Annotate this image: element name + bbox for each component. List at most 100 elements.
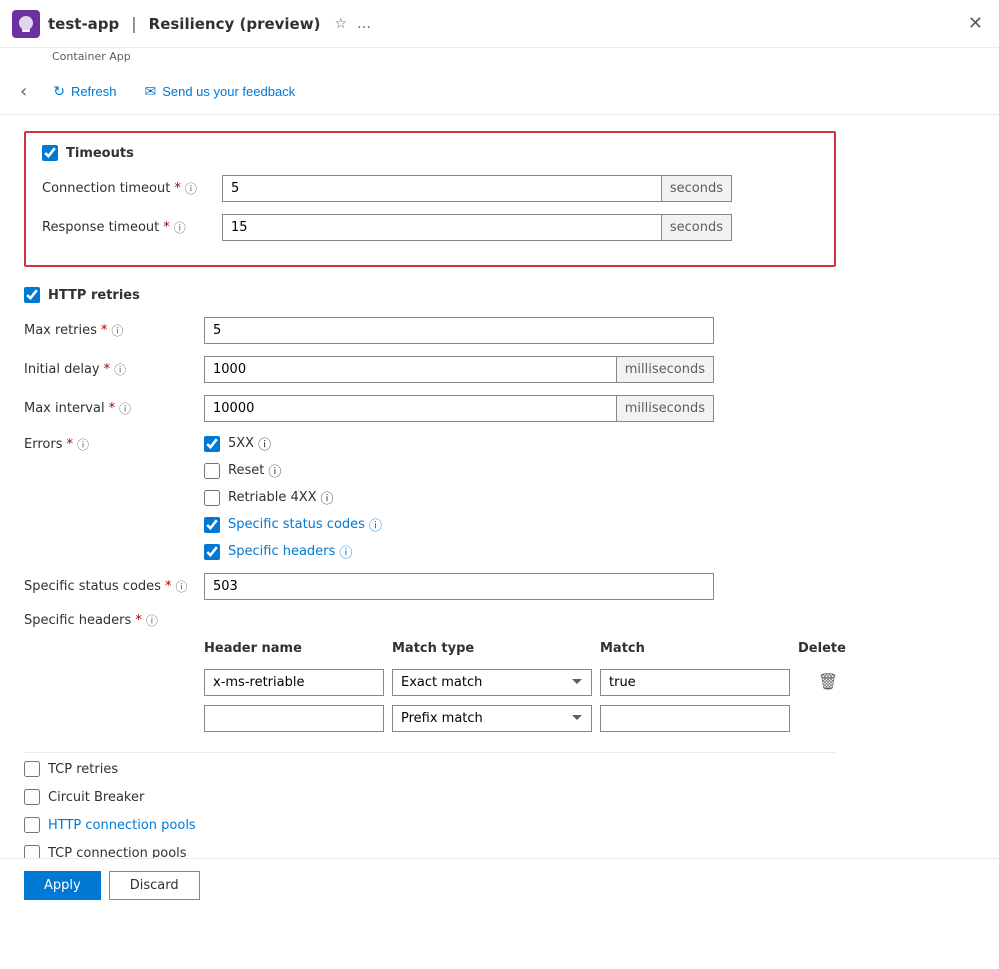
timeouts-checkbox[interactable] [42, 145, 58, 161]
max-retries-row: Max retries * ⓘ [24, 317, 836, 344]
refresh-button[interactable]: ↻ Refresh [47, 79, 122, 104]
match-input-2[interactable] [600, 705, 790, 732]
error-retriable4xx-label[interactable]: Retriable 4XX ⓘ [228, 488, 334, 507]
max-interval-info-icon[interactable]: ⓘ [119, 400, 131, 417]
errors-info-icon[interactable]: ⓘ [77, 436, 89, 453]
specific-status-codes-input[interactable] [204, 573, 714, 600]
specific-status-info-icon[interactable]: ⓘ [175, 578, 187, 595]
connection-timeout-label: Connection timeout * ⓘ [42, 180, 222, 197]
response-timeout-input-group: seconds [222, 214, 732, 241]
initial-delay-row: Initial delay * ⓘ milliseconds [24, 356, 836, 383]
header-name-input-2[interactable] [204, 705, 384, 732]
errors-row: Errors * ⓘ 5XX ⓘ Reset ⓘ [24, 434, 836, 561]
feedback-button[interactable]: ✉ Send us your feedback [138, 79, 301, 104]
header-row-1: Exact match Prefix match Contains Regex … [204, 668, 836, 696]
http-retries-label[interactable]: HTTP retries [48, 288, 140, 303]
initial-delay-info-icon[interactable]: ⓘ [114, 361, 126, 378]
discard-button[interactable]: Discard [109, 871, 200, 900]
max-retries-info-icon[interactable]: ⓘ [111, 322, 123, 339]
feedback-icon: ✉ [144, 83, 156, 100]
error-5xx-row: 5XX ⓘ [204, 434, 382, 453]
error-specific-status-row: Specific status codes ⓘ [204, 515, 382, 534]
col-header-name: Header name [204, 641, 384, 656]
tcp-retries-row: TCP retries [24, 761, 836, 777]
tcp-retries-checkbox[interactable] [24, 761, 40, 777]
col-match: Match [600, 641, 790, 656]
initial-delay-input[interactable] [205, 357, 616, 382]
max-retries-label: Max retries * ⓘ [24, 322, 204, 339]
error-5xx-label[interactable]: 5XX ⓘ [228, 434, 271, 453]
error-5xx-checkbox[interactable] [204, 436, 220, 452]
title-separator: | [131, 14, 136, 33]
5xx-info-icon[interactable]: ⓘ [258, 434, 271, 453]
toolbar: ‹ ↻ Refresh ✉ Send us your feedback [0, 69, 999, 115]
error-specific-status-label[interactable]: Specific status codes ⓘ [228, 515, 382, 534]
errors-label: Errors * ⓘ [24, 434, 204, 453]
match-input-1[interactable] [600, 669, 790, 696]
specific-headers-info-icon[interactable]: ⓘ [146, 612, 158, 629]
tcp-retries-section: TCP retries [24, 761, 836, 777]
max-interval-row: Max interval * ⓘ milliseconds [24, 395, 836, 422]
circuit-breaker-checkbox[interactable] [24, 789, 40, 805]
http-pools-label[interactable]: HTTP connection pools [48, 818, 196, 833]
connection-timeout-row: Connection timeout * ⓘ seconds [42, 175, 818, 202]
http-retries-header: HTTP retries [24, 287, 836, 303]
max-interval-label: Max interval * ⓘ [24, 400, 204, 417]
main-content: Timeouts Connection timeout * ⓘ seconds … [0, 115, 860, 969]
title-left: test-app | Resiliency (preview) ☆ … [12, 10, 371, 38]
errors-container: 5XX ⓘ Reset ⓘ Retriable 4XX ⓘ [204, 434, 382, 561]
initial-delay-suffix: milliseconds [616, 357, 713, 382]
initial-delay-label: Initial delay * ⓘ [24, 361, 204, 378]
headers-table: Header name Match type Match Delete Exac… [204, 641, 836, 732]
delete-row-1-button[interactable]: 🗑 [798, 668, 858, 696]
match-type-select-1[interactable]: Exact match Prefix match Contains Regex [392, 669, 592, 696]
feedback-label: Send us your feedback [162, 84, 295, 99]
tcp-retries-label[interactable]: TCP retries [48, 762, 118, 777]
max-interval-input-group: milliseconds [204, 395, 714, 422]
header-row-2: Exact match Prefix match Contains Regex … [204, 704, 836, 732]
error-specific-status-checkbox[interactable] [204, 517, 220, 533]
error-specific-headers-row: Specific headers ⓘ [204, 542, 382, 561]
circuit-breaker-section: Circuit Breaker [24, 789, 836, 805]
apply-button[interactable]: Apply [24, 871, 101, 900]
circuit-breaker-label[interactable]: Circuit Breaker [48, 790, 144, 805]
app-icon [12, 10, 40, 38]
delete-icon-1: 🗑 [818, 672, 838, 692]
max-interval-input[interactable] [205, 396, 616, 421]
required-marker2: * [163, 220, 170, 235]
close-button[interactable]: ✕ [964, 9, 987, 38]
footer: Apply Discard [0, 858, 999, 912]
error-specific-headers-label[interactable]: Specific headers ⓘ [228, 542, 352, 561]
error-reset-checkbox[interactable] [204, 463, 220, 479]
response-timeout-label: Response timeout * ⓘ [42, 219, 222, 236]
ssc-info-icon[interactable]: ⓘ [369, 515, 382, 534]
headers-table-header: Header name Match type Match Delete [204, 641, 836, 660]
error-reset-label[interactable]: Reset ⓘ [228, 461, 281, 480]
http-retries-checkbox[interactable] [24, 287, 40, 303]
max-interval-suffix: milliseconds [616, 396, 713, 421]
star-icon[interactable]: ☆ [334, 16, 347, 32]
error-specific-headers-checkbox[interactable] [204, 544, 220, 560]
header-name-input-1[interactable] [204, 669, 384, 696]
reset-info-icon[interactable]: ⓘ [268, 461, 281, 480]
subtitle: Container App [0, 48, 999, 69]
http-pools-checkbox[interactable] [24, 817, 40, 833]
connection-timeout-input[interactable] [223, 176, 661, 201]
retriable4xx-info-icon[interactable]: ⓘ [321, 488, 334, 507]
specific-headers-field-label: Specific headers * ⓘ [24, 612, 204, 629]
col-match-type: Match type [392, 641, 592, 656]
max-retries-input[interactable] [204, 317, 714, 344]
timeouts-label[interactable]: Timeouts [66, 146, 134, 161]
sh-info-icon[interactable]: ⓘ [339, 542, 352, 561]
match-type-select-2[interactable]: Exact match Prefix match Contains Regex [392, 705, 592, 732]
page-title: Resiliency (preview) [149, 15, 321, 33]
specific-status-codes-row: Specific status codes * ⓘ [24, 573, 836, 600]
response-timeout-info-icon[interactable]: ⓘ [174, 219, 186, 236]
error-reset-row: Reset ⓘ [204, 461, 382, 480]
nav-back-arrow[interactable]: ‹ [16, 77, 31, 106]
timeouts-section: Timeouts Connection timeout * ⓘ seconds … [24, 131, 836, 267]
connection-timeout-info-icon[interactable]: ⓘ [185, 180, 197, 197]
response-timeout-input[interactable] [223, 215, 661, 240]
more-icon[interactable]: … [357, 16, 371, 32]
error-retriable4xx-checkbox[interactable] [204, 490, 220, 506]
